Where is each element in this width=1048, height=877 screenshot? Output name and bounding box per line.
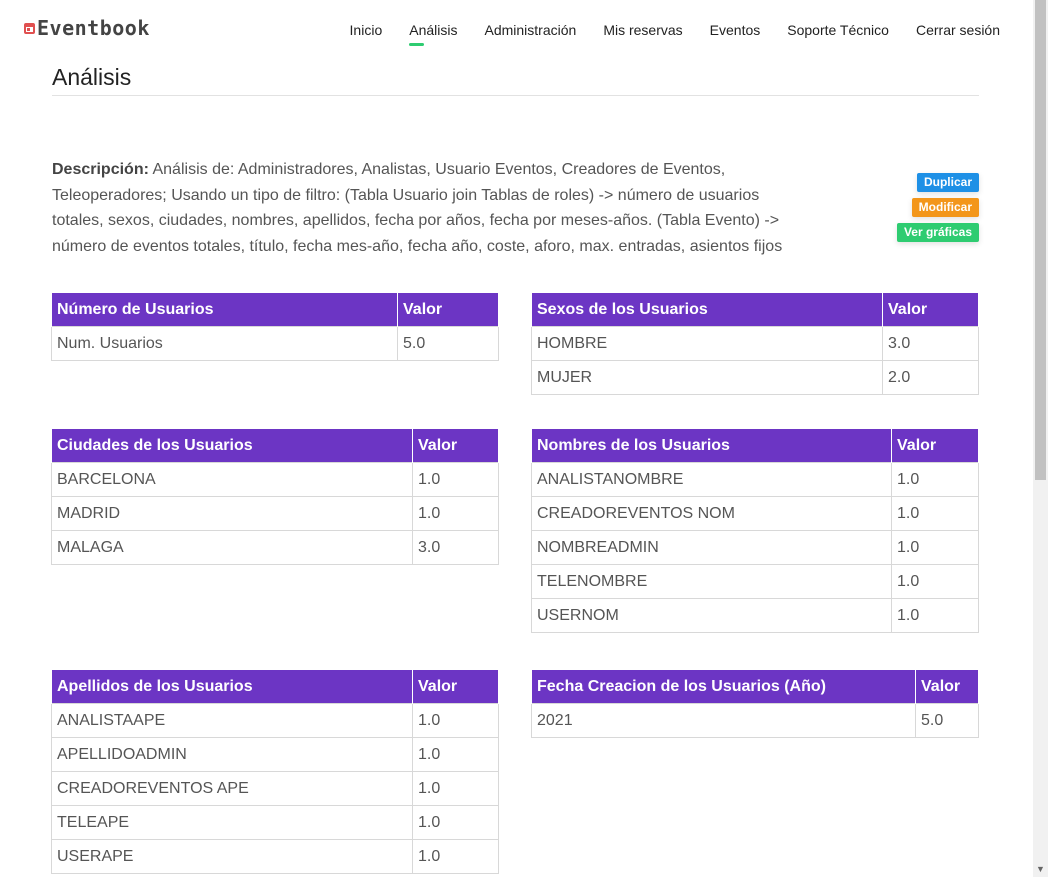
row-key: NOMBREADMIN bbox=[531, 530, 892, 565]
row-value: 1.0 bbox=[891, 530, 979, 565]
view-charts-button[interactable]: Ver gráficas bbox=[896, 223, 979, 242]
row-key: BARCELONA bbox=[51, 462, 413, 497]
row-key: Num. Usuarios bbox=[51, 326, 398, 361]
table-creation-year: Fecha Creacion de los Usuarios (Año) Val… bbox=[531, 669, 979, 738]
table-row: CREADOREVENTOS NOM 1.0 bbox=[531, 496, 979, 531]
main-nav: Inicio Análisis Administración Mis reser… bbox=[323, 22, 1000, 46]
nav-item-inicio[interactable]: Inicio bbox=[350, 22, 383, 38]
row-key: ANALISTANOMBRE bbox=[531, 462, 892, 497]
table-cities: Ciudades de los Usuarios Valor BARCELONA… bbox=[51, 428, 499, 565]
modify-button[interactable]: Modificar bbox=[911, 198, 979, 217]
analysis-description: Descripción: Análisis de: Administradore… bbox=[52, 157, 812, 260]
table-row: BARCELONA 1.0 bbox=[51, 462, 499, 497]
row-value: 1.0 bbox=[891, 564, 979, 599]
column-header: Apellidos de los Usuarios bbox=[51, 669, 413, 704]
row-value: 1.0 bbox=[891, 598, 979, 633]
table-row: USERAPE 1.0 bbox=[51, 839, 499, 874]
row-key: MUJER bbox=[531, 360, 883, 395]
table-row: APELLIDOADMIN 1.0 bbox=[51, 737, 499, 772]
row-key: TELEAPE bbox=[51, 805, 413, 840]
column-header: Valor bbox=[412, 428, 499, 463]
top-navbar: Eventbook Inicio Análisis Administración… bbox=[0, 0, 1033, 62]
brand-logo[interactable]: Eventbook bbox=[24, 16, 150, 40]
nav-item-administracion[interactable]: Administración bbox=[484, 22, 576, 38]
table-surnames: Apellidos de los Usuarios Valor ANALISTA… bbox=[51, 669, 499, 874]
column-header: Nombres de los Usuarios bbox=[531, 428, 892, 463]
table-row: MALAGA 3.0 bbox=[51, 530, 499, 565]
row-value: 1.0 bbox=[412, 839, 499, 874]
row-value: 1.0 bbox=[891, 462, 979, 497]
table-row: MADRID 1.0 bbox=[51, 496, 499, 531]
analysis-actions: Duplicar Modificar Ver gráficas bbox=[896, 173, 979, 248]
table-row: HOMBRE 3.0 bbox=[531, 326, 979, 361]
table-row: NOMBREADMIN 1.0 bbox=[531, 530, 979, 565]
row-value: 1.0 bbox=[412, 703, 499, 738]
table-row: ANALISTAAPE 1.0 bbox=[51, 703, 499, 738]
table-row: CREADOREVENTOS APE 1.0 bbox=[51, 771, 499, 806]
row-key: TELENOMBRE bbox=[531, 564, 892, 599]
row-value: 2.0 bbox=[882, 360, 979, 395]
row-key: MADRID bbox=[51, 496, 413, 531]
table-row: USERNOM 1.0 bbox=[531, 598, 979, 633]
description-text: Análisis de: Administradores, Analistas,… bbox=[52, 161, 783, 256]
row-key: 2021 bbox=[531, 703, 916, 738]
table-row: ANALISTANOMBRE 1.0 bbox=[531, 462, 979, 497]
column-header: Valor bbox=[882, 292, 979, 327]
column-header: Valor bbox=[915, 669, 979, 704]
column-header: Sexos de los Usuarios bbox=[531, 292, 883, 327]
nav-item-eventos[interactable]: Eventos bbox=[710, 22, 761, 38]
row-key: MALAGA bbox=[51, 530, 413, 565]
title-divider bbox=[52, 95, 979, 96]
row-key: ANALISTAAPE bbox=[51, 703, 413, 738]
table-row: TELENOMBRE 1.0 bbox=[531, 564, 979, 599]
column-header: Valor bbox=[397, 292, 499, 327]
row-key: APELLIDOADMIN bbox=[51, 737, 413, 772]
column-header: Fecha Creacion de los Usuarios (Año) bbox=[531, 669, 916, 704]
calendar-icon bbox=[24, 22, 35, 34]
row-value: 1.0 bbox=[412, 462, 499, 497]
row-value: 1.0 bbox=[412, 771, 499, 806]
table-row: MUJER 2.0 bbox=[531, 360, 979, 395]
row-key: HOMBRE bbox=[531, 326, 883, 361]
row-value: 3.0 bbox=[412, 530, 499, 565]
row-value: 5.0 bbox=[397, 326, 499, 361]
row-key: CREADOREVENTOS NOM bbox=[531, 496, 892, 531]
nav-item-soporte-tecnico[interactable]: Soporte Técnico bbox=[787, 22, 889, 38]
table-row: Num. Usuarios 5.0 bbox=[51, 326, 499, 361]
brand-name: Eventbook bbox=[37, 16, 150, 40]
scrollbar-thumb[interactable] bbox=[1035, 0, 1046, 480]
row-key: USERNOM bbox=[531, 598, 892, 633]
row-value: 1.0 bbox=[412, 737, 499, 772]
table-sexes: Sexos de los Usuarios Valor HOMBRE 3.0 M… bbox=[531, 292, 979, 395]
row-value: 1.0 bbox=[412, 496, 499, 531]
column-header: Valor bbox=[891, 428, 979, 463]
table-row: 2021 5.0 bbox=[531, 703, 979, 738]
column-header: Ciudades de los Usuarios bbox=[51, 428, 413, 463]
column-header: Número de Usuarios bbox=[51, 292, 398, 327]
row-value: 5.0 bbox=[915, 703, 979, 738]
nav-item-analisis[interactable]: Análisis bbox=[409, 22, 457, 46]
row-value: 1.0 bbox=[891, 496, 979, 531]
nav-item-cerrar-sesion[interactable]: Cerrar sesión bbox=[916, 22, 1000, 38]
scroll-down-icon[interactable]: ▼ bbox=[1036, 864, 1045, 874]
duplicate-button[interactable]: Duplicar bbox=[916, 173, 979, 192]
page-title: Análisis bbox=[52, 64, 132, 90]
table-names: Nombres de los Usuarios Valor ANALISTANO… bbox=[531, 428, 979, 633]
table-row: TELEAPE 1.0 bbox=[51, 805, 499, 840]
table-num-users: Número de Usuarios Valor Num. Usuarios 5… bbox=[51, 292, 499, 361]
description-label: Descripción: bbox=[52, 161, 149, 178]
page-scrollbar[interactable]: ▼ bbox=[1033, 0, 1048, 877]
row-key: USERAPE bbox=[51, 839, 413, 874]
row-key: CREADOREVENTOS APE bbox=[51, 771, 413, 806]
row-value: 3.0 bbox=[882, 326, 979, 361]
row-value: 1.0 bbox=[412, 805, 499, 840]
nav-item-mis-reservas[interactable]: Mis reservas bbox=[603, 22, 682, 38]
column-header: Valor bbox=[412, 669, 499, 704]
